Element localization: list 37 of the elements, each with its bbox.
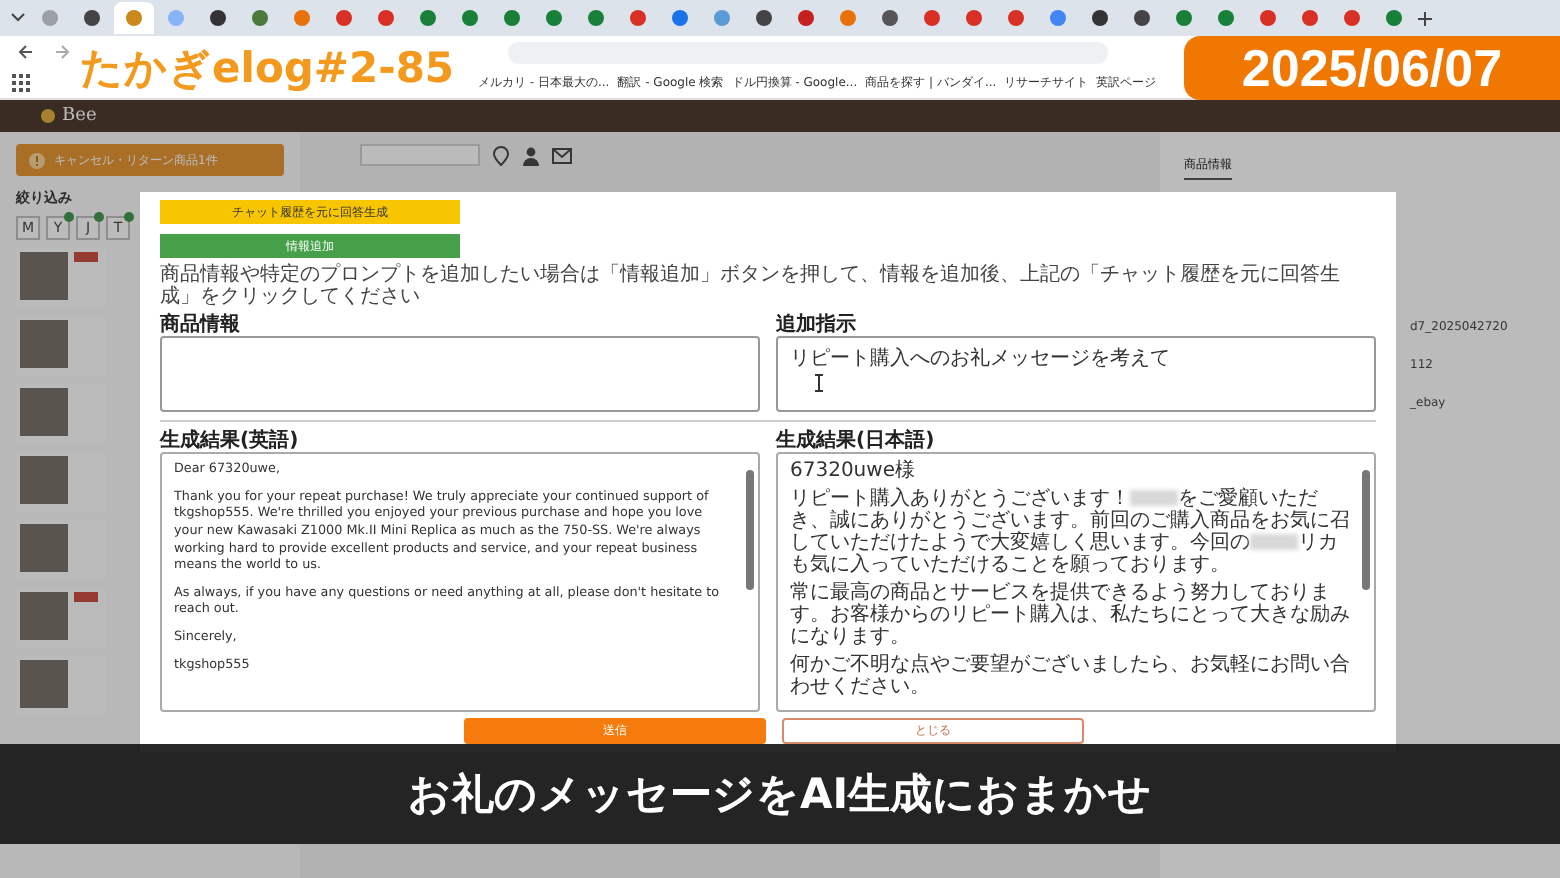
field-label: 商品情報 (160, 314, 242, 336)
back-icon[interactable] (16, 42, 36, 62)
new-tab-icon[interactable] (1416, 9, 1434, 27)
pin-icon[interactable] (492, 145, 510, 165)
video-title: たかぎelog#2-85 (80, 42, 455, 96)
photo-placeholder (20, 388, 68, 436)
paragraph-text: 常に最高の商品とサービスを提供できるよう努力しております。お客様からのリピート購入は、私たちにとって大きな励みになります。 (790, 582, 1350, 648)
field-label: 生成結果(日本語) (776, 430, 937, 452)
apps-grid-icon[interactable] (12, 74, 30, 92)
alert-icon (28, 151, 46, 169)
result-text-area[interactable] (160, 452, 760, 712)
photo-placeholder (20, 456, 68, 504)
mail-icon[interactable] (552, 147, 572, 163)
hint-text: 商品情報や特定のプロンプトを追加したい場合は「情報追加」ボタンを押して、情報を追加後、上記の「チャット履歴を元に回答生成」をクリックしてください (160, 264, 1342, 308)
photo-placeholder (20, 660, 68, 708)
text-cursor-icon (814, 374, 824, 392)
caption-text: お礼のメッセージをAI生成におまかせ (407, 768, 1153, 822)
scrollbar[interactable] (1362, 470, 1370, 590)
photo-placeholder (20, 524, 68, 572)
paragraph-text: 67320uwe様 (790, 460, 917, 482)
scrollbar[interactable] (746, 470, 754, 590)
person-icon[interactable] (522, 145, 540, 165)
date-label: 2025/06/07 (1184, 36, 1560, 100)
text-area[interactable]: リピート購入へのお礼メッセージを考えて (776, 336, 1376, 412)
photo-placeholder (20, 592, 68, 640)
text-area[interactable] (160, 336, 760, 412)
app-logo[interactable]: Bee (62, 106, 97, 126)
field-label: 追加指示 (776, 314, 858, 336)
photo-placeholder (20, 320, 68, 368)
paragraph-text: 何かご不明な点やご要望がございましたら、お気軽にお問い合わせください。 (790, 654, 1350, 698)
result-text-area[interactable] (776, 452, 1376, 712)
photo-placeholder (20, 252, 68, 300)
field-label: 生成結果(英語) (160, 430, 301, 452)
paragraph-text: リピート購入ありがとうございます！ をご愛顧いただき、誠にありがとうございます。前回のご購入商品をお気に召していただけたようで大変嬉しく思います。今回の リカも気に入っていただけることを願っております。 (790, 488, 1350, 576)
search-field[interactable] (360, 144, 480, 166)
forward-icon[interactable] (52, 42, 72, 62)
bee-icon (40, 108, 56, 124)
